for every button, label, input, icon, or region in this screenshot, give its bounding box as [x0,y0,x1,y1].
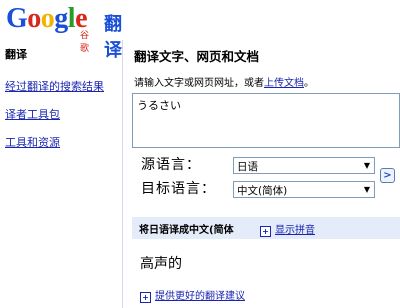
upload-document-link[interactable]: 上传文档 [264,78,304,89]
source-language-select[interactable]: 日语 ▼ [233,157,375,174]
plus-icon: + [140,292,151,303]
target-language-label: 目标语言： [141,181,216,197]
suggest-better-translation[interactable]: + 提供更好的翻译建议 [140,287,245,303]
sidebar-link-translator-toolkit[interactable]: 译者工具包 [5,106,60,122]
plus-icon: + [260,226,271,237]
source-text-input[interactable]: うるさい [132,93,400,148]
logo-subtitle: 谷歌 [80,31,90,54]
page-title: 翻译文字、网页和文档 [134,49,260,64]
translation-result: 高声的 [140,256,182,272]
sidebar-link-tools-resources[interactable]: 工具和资源 [5,134,60,150]
dropdown-arrow-icon: ▼ [363,161,370,170]
app-title: 翻译 [104,14,122,61]
input-instruction: 请输入文字或网页网址，或者上传文档。 [134,78,314,89]
sidebar-divider [122,40,123,308]
source-language-label: 源语言： [141,157,201,173]
result-direction-title: 将日语译成中文(简体 [139,225,234,236]
translate-button[interactable]: > [380,168,395,183]
sidebar-heading: 翻译 [5,48,27,61]
sidebar-link-translated-search[interactable]: 经过翻译的搜索结果 [5,78,104,94]
google-logo-wordmark: Google [6,3,87,34]
dropdown-arrow-icon: ▼ [363,185,370,194]
show-pinyin-toggle[interactable]: + 显示拼音 [260,221,315,237]
target-language-select[interactable]: 中文(简体) ▼ [233,181,375,198]
